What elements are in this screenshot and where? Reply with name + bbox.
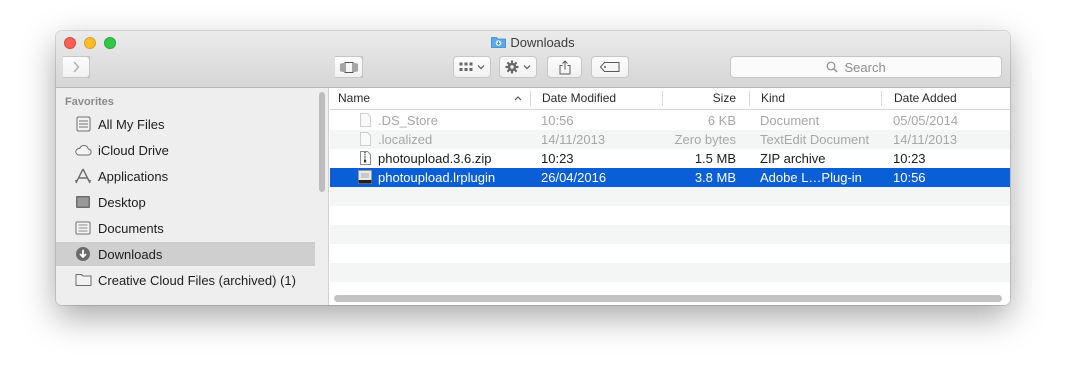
column-divider[interactable]: [530, 91, 531, 106]
chevron-down-icon: [523, 65, 531, 70]
search-input[interactable]: [842, 58, 907, 76]
cover-flow-view-button[interactable]: [335, 56, 363, 78]
file-name: photoupload.lrplugin: [378, 170, 496, 185]
sidebar-item-label: iCloud Drive: [98, 142, 169, 158]
forward-button[interactable]: [63, 56, 90, 78]
file-date-modified: 10:56: [541, 113, 574, 128]
file-date-added: 14/11/2013: [893, 132, 958, 147]
sidebar-item-label: Creative Cloud Files (archived) (1): [98, 272, 296, 288]
column-header-date-added[interactable]: Date Added: [886, 88, 1010, 109]
table-row[interactable]: .DS_Store 10:56 6 KB Document 05/05/2014: [330, 111, 1010, 130]
sidebar-item-icloud-drive[interactable]: iCloud Drive: [56, 138, 315, 162]
file-kind: ZIP archive: [760, 151, 826, 166]
share-icon: [559, 59, 570, 74]
file-kind: Adobe L…Plug-in: [760, 170, 862, 185]
horizontal-scrollbar[interactable]: [334, 295, 1002, 302]
file-date-modified: 26/04/2016: [541, 170, 607, 185]
sidebar-item-label: Applications: [98, 168, 169, 184]
empty-row: [330, 206, 1010, 225]
cloud-icon: [74, 142, 92, 158]
sidebar-scrollbar[interactable]: [319, 92, 325, 192]
sidebar-item-documents[interactable]: Documents: [56, 216, 315, 240]
sidebar-item-applications[interactable]: Applications: [56, 164, 315, 188]
window-title: Downloads: [56, 34, 1010, 52]
file-size: Zero bytes: [674, 132, 736, 147]
sidebar: Favorites All My Files iCloud Drive Appl…: [56, 88, 329, 305]
empty-row: [330, 225, 1010, 244]
sort-ascending-icon: [514, 96, 522, 101]
file-name: photoupload.3.6.zip: [378, 151, 492, 166]
column-header-size[interactable]: Size: [663, 88, 736, 109]
chevron-down-icon: [477, 65, 485, 70]
file-date-added: 05/05/2014: [893, 113, 959, 128]
sidebar-item-label: Downloads: [98, 246, 163, 262]
share-button[interactable]: [547, 56, 582, 78]
table-row[interactable]: .localized 14/11/2013 Zero bytes TextEdi…: [330, 130, 1010, 149]
sidebar-heading-favorites: Favorites: [65, 96, 114, 108]
finder-window: Downloads Search Favorites All My Files …: [56, 31, 1010, 305]
file-date-modified: 14/11/2013: [541, 132, 606, 147]
column-header-size-label: Size: [712, 91, 736, 105]
empty-row: [330, 244, 1010, 263]
file-date-added: 10:23: [893, 151, 926, 166]
desktop-icon: [74, 194, 92, 210]
applications-icon: [74, 168, 92, 184]
sidebar-item-label: Desktop: [98, 194, 146, 210]
sidebar-item-creative-cloud[interactable]: Creative Cloud Files (archived) (1): [56, 268, 315, 292]
file-size: 3.8 MB: [694, 170, 736, 185]
file-kind: Document: [760, 113, 820, 128]
column-header-name-label: Name: [338, 91, 371, 105]
window-title-text: Downloads: [510, 35, 575, 50]
file-date-modified: 10:23: [541, 151, 574, 166]
empty-row: [330, 263, 1010, 282]
empty-row: [330, 187, 1010, 206]
file-kind: TextEdit Document: [760, 132, 870, 147]
column-header-name[interactable]: Name: [330, 88, 530, 109]
file-size: 6 KB: [707, 113, 736, 128]
column-header-date-modified[interactable]: Date Modified: [534, 88, 662, 109]
table-row-selected[interactable]: photoupload.lrplugin 26/04/2016 3.8 MB A…: [330, 168, 1010, 187]
search-field[interactable]: [730, 56, 1002, 78]
downloads-icon: [74, 246, 92, 262]
edit-tags-button[interactable]: [591, 56, 629, 78]
column-header: Name Date Modified Size Kind Date Added: [330, 88, 1010, 110]
file-size: 1.5 MB: [694, 151, 736, 166]
column-header-date-added-label: Date Added: [894, 91, 957, 105]
cover-flow-icon: [340, 61, 357, 73]
file-list: Name Date Modified Size Kind Date Added: [330, 88, 1010, 305]
table-row[interactable]: photoupload.3.6.zip 10:23 1.5 MB ZIP arc…: [330, 149, 1010, 168]
folder-icon: [74, 272, 92, 288]
sidebar-item-label: All My Files: [98, 116, 165, 132]
arrange-icon: [459, 62, 473, 71]
sidebar-item-downloads[interactable]: Downloads: [56, 242, 315, 266]
file-name: .localized: [378, 132, 433, 147]
sidebar-item-all-my-files[interactable]: All My Files: [56, 112, 315, 136]
column-header-date-modified-label: Date Modified: [542, 91, 617, 105]
column-divider[interactable]: [881, 91, 882, 106]
gear-icon: [505, 60, 519, 74]
search-icon: [826, 61, 837, 73]
column-header-kind-label: Kind: [761, 91, 786, 105]
documents-icon: [74, 220, 92, 236]
chevron-right-icon: [73, 61, 80, 73]
tag-icon: [600, 62, 620, 72]
column-divider[interactable]: [749, 91, 750, 106]
all-files-icon: [74, 116, 92, 132]
sidebar-item-label: Documents: [98, 220, 164, 236]
title-toolbar: Downloads: [56, 31, 1010, 88]
sidebar-item-desktop[interactable]: Desktop: [56, 190, 315, 214]
column-header-kind[interactable]: Kind: [753, 88, 881, 109]
arrange-button[interactable]: [453, 56, 491, 78]
file-name: .DS_Store: [378, 113, 438, 128]
action-menu-button[interactable]: [499, 56, 537, 78]
downloads-folder-icon: [491, 37, 507, 48]
file-date-added: 10:56: [893, 170, 926, 185]
